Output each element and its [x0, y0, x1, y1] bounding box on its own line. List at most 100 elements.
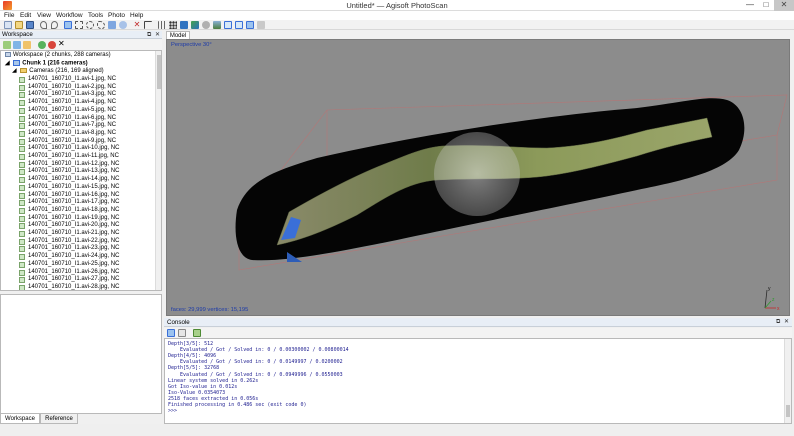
grid-icon[interactable] [158, 21, 166, 29]
add-folder-icon[interactable] [23, 41, 31, 49]
camera-list-item[interactable]: 140701_160710_I1.avi-8.jpg, NC [19, 130, 116, 138]
camera-list-item[interactable]: 140701_160710_I1.avi-7.jpg, NC [19, 122, 116, 130]
camera-list-item[interactable]: 140701_160710_I1.avi-15.jpg, NC [19, 184, 119, 192]
camera-list-item[interactable]: 140701_160710_I1.avi-4.jpg, NC [19, 99, 116, 107]
expand-arrow-icon[interactable]: ◢ [5, 61, 10, 67]
model-viewport[interactable]: y x z Perspective 30° faces: 29,999 vert… [166, 39, 790, 316]
camera-list-item[interactable]: 140701_160710_I1.avi-2.jpg, NC [19, 84, 116, 92]
tree-chunk[interactable]: ◢ Chunk 1 (216 cameras) [5, 60, 88, 68]
camera-list-item[interactable]: 140701_160710_I1.avi-6.jpg, NC [19, 115, 116, 123]
console-scrollbar[interactable] [784, 339, 791, 423]
move-icon[interactable] [108, 21, 116, 29]
model-scene[interactable]: y x z [167, 40, 790, 316]
cameras-icon[interactable] [224, 21, 232, 29]
tree-scrollbar[interactable] [155, 51, 161, 290]
disable-icon[interactable] [48, 41, 56, 49]
console-output[interactable]: Depth[3/5]: 512 Evaluated / Got / Solved… [164, 338, 792, 424]
enable-icon[interactable] [38, 41, 46, 49]
camera-list-item[interactable]: 140701_160710_I1.avi-12.jpg, NC [19, 161, 119, 169]
textured-icon[interactable] [213, 21, 221, 29]
expand-arrow-icon[interactable]: ◢ [12, 68, 17, 74]
tree-root[interactable]: Workspace (2 chunks, 288 cameras) [5, 52, 111, 60]
close-console-icon[interactable]: ✕ [784, 318, 789, 326]
menu-file[interactable]: File [4, 11, 14, 20]
camera-list-item[interactable]: 140701_160710_I1.avi-14.jpg, NC [19, 176, 119, 184]
camera-list-item[interactable]: 140701_160710_I1.avi-23.jpg, NC [19, 245, 119, 253]
orthographic-icon[interactable] [235, 21, 243, 29]
redo-icon[interactable] [51, 21, 58, 29]
camera-list-item[interactable]: 140701_160710_I1.avi-19.jpg, NC [19, 215, 119, 223]
shaded-icon[interactable] [202, 21, 210, 29]
camera-list-item[interactable]: 140701_160710_I1.avi-24.jpg, NC [19, 253, 119, 261]
mesh-icon[interactable] [191, 21, 199, 29]
camera-list-item[interactable]: 140701_160710_I1.avi-11.jpg, NC [19, 153, 119, 161]
camera-list-item[interactable]: 140701_160710_I1.avi-22.jpg, NC [19, 238, 119, 246]
tree-scroll-thumb[interactable] [157, 55, 161, 89]
circle-select-icon[interactable] [86, 21, 94, 29]
minimize-button[interactable]: — [742, 0, 758, 11]
camera-label: 140701_160710_I1.avi-12.jpg, NC [28, 160, 120, 167]
camera-icon [19, 246, 25, 253]
undo-icon[interactable] [40, 21, 47, 29]
camera-label: 140701_160710_I1.avi-13.jpg, NC [28, 168, 120, 175]
camera-list-item[interactable]: 140701_160710_I1.avi-18.jpg, NC [19, 207, 119, 215]
reset-view-icon[interactable] [246, 21, 254, 29]
camera-list-item[interactable]: 140701_160710_I1.avi-16.jpg, NC [19, 192, 119, 200]
save-log-icon[interactable] [167, 329, 175, 337]
camera-list-item[interactable]: 140701_160710_I1.avi-9.jpg, NC [19, 138, 116, 146]
run-script-icon[interactable] [193, 329, 201, 337]
camera-list-item[interactable]: 140701_160710_I1.avi-26.jpg, NC [19, 269, 119, 277]
camera-icon [19, 130, 25, 137]
workspace-panel-title: Workspace [2, 31, 33, 38]
camera-label: 140701_160710_I1.avi-22.jpg, NC [28, 237, 120, 244]
close-panel-icon[interactable]: ✕ [155, 31, 160, 39]
free-select-icon[interactable] [97, 21, 105, 29]
camera-list-item[interactable]: 140701_160710_I1.avi-5.jpg, NC [19, 107, 116, 115]
dense-points-icon[interactable] [180, 21, 188, 29]
menu-photo[interactable]: Photo [108, 11, 125, 20]
camera-list-item[interactable]: 140701_160710_I1.avi-1.jpg, NC [19, 76, 116, 84]
menu-tools[interactable]: Tools [88, 11, 103, 20]
new-icon[interactable] [4, 21, 12, 29]
camera-list-item[interactable]: 140701_160710_I1.avi-17.jpg, NC [19, 199, 119, 207]
clear-log-icon[interactable] [178, 329, 186, 337]
menu-view[interactable]: View [37, 11, 51, 20]
float-console-icon[interactable]: ⧉ [776, 318, 780, 326]
camera-list-item[interactable]: 140701_160710_I1.avi-21.jpg, NC [19, 230, 119, 238]
tree-cameras-folder[interactable]: ◢ Cameras (216, 169 aligned) [12, 68, 104, 76]
camera-list-item[interactable]: 140701_160710_I1.avi-27.jpg, NC [19, 276, 119, 284]
save-icon[interactable] [26, 21, 34, 29]
camera-list-item[interactable]: 140701_160710_I1.avi-25.jpg, NC [19, 261, 119, 269]
open-icon[interactable] [15, 21, 23, 29]
camera-list-item[interactable]: 140701_160710_I1.avi-13.jpg, NC [19, 168, 119, 176]
menu-workflow[interactable]: Workflow [56, 11, 83, 20]
remove-icon[interactable]: ✕ [58, 40, 66, 48]
navigate-icon[interactable] [257, 21, 265, 29]
float-panel-icon[interactable]: ⧉ [147, 31, 151, 39]
camera-icon [19, 77, 25, 83]
tab-reference[interactable]: Reference [40, 414, 78, 424]
camera-icon [19, 115, 25, 122]
workspace-toolbar: ✕ [0, 39, 162, 50]
rect-select-icon[interactable] [75, 21, 83, 29]
menu-edit[interactable]: Edit [20, 11, 31, 20]
crop-icon[interactable] [144, 21, 152, 29]
camera-list-item[interactable]: 140701_160710_I1.avi-28.jpg, NC [19, 284, 119, 290]
add-photos-icon[interactable] [13, 41, 21, 49]
select-icon[interactable] [64, 21, 72, 29]
add-chunk-icon[interactable] [3, 41, 11, 49]
delete-icon[interactable]: ✕ [133, 21, 141, 29]
console-scroll-thumb[interactable] [786, 405, 790, 417]
close-button[interactable]: ✕ [774, 0, 794, 11]
camera-list-item[interactable]: 140701_160710_I1.avi-10.jpg, NC [19, 145, 119, 153]
trackball-sphere[interactable] [434, 132, 520, 216]
tab-workspace[interactable]: Workspace [0, 414, 40, 424]
camera-list-item[interactable]: 140701_160710_I1.avi-3.jpg, NC [19, 91, 116, 99]
menu-help[interactable]: Help [130, 11, 143, 20]
camera-label: 140701_160710_I1.avi-15.jpg, NC [28, 183, 120, 190]
maximize-button[interactable]: □ [758, 0, 774, 11]
points-icon[interactable] [169, 21, 177, 29]
tab-model[interactable]: Model [166, 31, 190, 39]
rotate-icon[interactable] [119, 21, 127, 29]
camera-list-item[interactable]: 140701_160710_I1.avi-20.jpg, NC [19, 222, 119, 230]
